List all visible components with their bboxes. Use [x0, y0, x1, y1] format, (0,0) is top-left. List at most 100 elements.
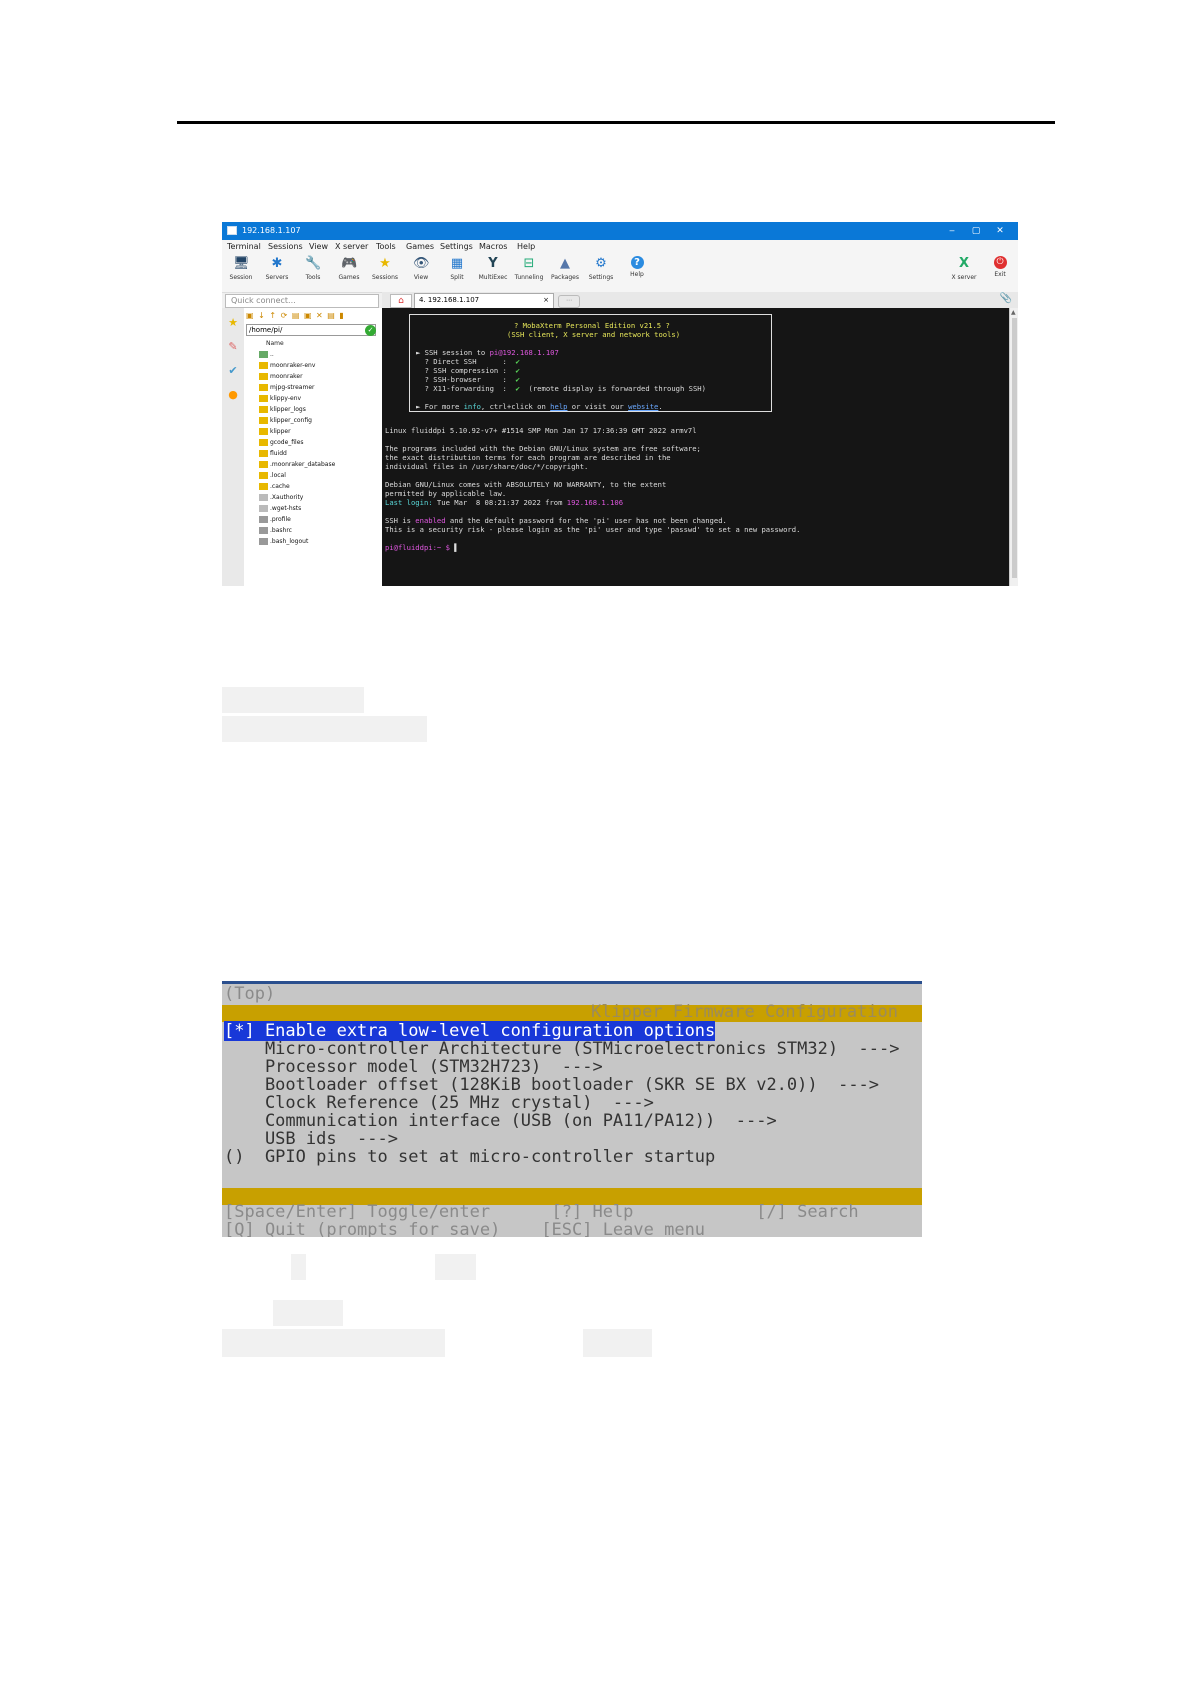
toolbar-exit-button[interactable]: ⏻ Exit — [983, 256, 1017, 278]
file-icon — [259, 527, 268, 534]
selected-option-text: [*] Enable extra low-level configuration… — [224, 1021, 716, 1041]
toolbar-view-button[interactable]: 👁 View — [404, 256, 438, 281]
macros-side-icon[interactable]: ✔ — [226, 364, 240, 378]
config-title: Klipper Firmware Configuration — [590, 1002, 898, 1022]
toolbar-xserver-button[interactable]: X X server — [947, 256, 981, 281]
motd-line: permitted by applicable law. — [385, 489, 507, 498]
toolbar-servers-button[interactable]: ✱ Servers — [260, 256, 294, 281]
quick-connect-input[interactable]: Quick connect... — [225, 294, 379, 308]
toolbar-label: Session — [229, 274, 253, 281]
sftp-file-row[interactable]: .wget-hsts — [246, 503, 380, 514]
sftp-side-icon[interactable]: ● — [226, 388, 240, 402]
text: or visit our — [567, 402, 629, 411]
menu-tools[interactable]: Tools — [376, 242, 396, 251]
file-name: klippy-env — [270, 395, 302, 402]
home-tab[interactable]: ⌂ — [390, 294, 412, 308]
toolbar-sessions-button[interactable]: ★ Sessions — [368, 256, 402, 281]
toolbar-packages-button[interactable]: ▲ Packages — [548, 256, 582, 281]
menu-games[interactable]: Games — [406, 242, 434, 251]
website-link[interactable]: website — [628, 402, 658, 411]
file-name: .bashrc — [270, 527, 292, 534]
sftp-file-row[interactable]: .profile — [246, 514, 380, 525]
file-name: gcode_files — [270, 439, 304, 446]
redacted-block — [222, 1329, 445, 1357]
sftp-file-row[interactable]: moonraker — [246, 371, 380, 382]
sftp-toolbar[interactable]: ▣ ↓ ↑ ⟳ ▤ ▣ ✕ ▤ ▮ — [246, 310, 380, 322]
sftp-file-row[interactable]: .bash_logout — [246, 536, 380, 547]
sftp-file-row[interactable]: .. — [246, 349, 380, 360]
sftp-file-row[interactable]: klipper_logs — [246, 404, 380, 415]
sftp-file-row[interactable]: moonraker-env — [246, 360, 380, 371]
sftp-path-input[interactable]: /home/pi/ — [246, 324, 376, 336]
toolbar-multiexec-button[interactable]: Y MultiExec — [476, 256, 510, 281]
menu-settings[interactable]: Settings — [440, 242, 473, 251]
menu-terminal[interactable]: Terminal — [227, 242, 261, 251]
sftp-file-row[interactable]: .bashrc — [246, 525, 380, 536]
sftp-file-row[interactable]: klipper — [246, 426, 380, 437]
menu-item[interactable]: Communication interface (USB (on PA11/PA… — [224, 1112, 777, 1130]
ssh-tab-label: 4. 192.168.1.107 — [419, 296, 480, 304]
window-title: 192.168.1.107 — [242, 226, 301, 235]
folder-icon — [259, 450, 268, 457]
toolbar-settings-button[interactable]: ⚙ Settings — [584, 256, 618, 281]
text: . — [658, 402, 663, 411]
sftp-file-row[interactable]: .local — [246, 470, 380, 481]
menu-item[interactable]: () GPIO pins to set at micro-controller … — [224, 1148, 715, 1166]
minimize-button[interactable]: ‒ — [942, 224, 962, 238]
text: Tue Mar 8 08:21:37 2022 from — [432, 498, 567, 507]
servers-icon: ✱ — [271, 256, 283, 271]
sftp-file-row[interactable]: fluidd — [246, 448, 380, 459]
toolbar-label: MultiExec — [478, 274, 508, 281]
text: ? Direct SSH : — [416, 357, 516, 366]
new-tab-button[interactable]: ⋯ — [558, 295, 580, 308]
sftp-file-row[interactable]: .moonraker_database — [246, 459, 380, 470]
menu-xserver[interactable]: X server — [335, 242, 368, 251]
sftp-file-row[interactable]: .cache — [246, 481, 380, 492]
sftp-file-row[interactable]: klipper_config — [246, 415, 380, 426]
banner-title: ? MobaXterm Personal Edition v21.5 ? — [514, 321, 670, 330]
toolbar-split-button[interactable]: ▦ Split — [440, 256, 474, 281]
menu-help[interactable]: Help — [517, 242, 535, 251]
column-header-name[interactable]: Name — [246, 338, 380, 349]
menu-item[interactable]: Clock Reference (25 MHz crystal) ---> — [224, 1094, 654, 1112]
window-titlebar: 192.168.1.107 ‒ ▢ ✕ — [222, 222, 1018, 240]
menu-macros[interactable]: Macros — [479, 242, 507, 251]
view-icon: 👁 — [413, 256, 430, 271]
toolbar-tunneling-button[interactable]: ⊟ Tunneling — [512, 256, 546, 281]
scroll-up-icon[interactable]: ▲ — [1011, 309, 1016, 316]
ssh-terminal[interactable]: ? MobaXterm Personal Edition v21.5 ? (SS… — [382, 308, 1009, 586]
attachment-icon[interactable]: 📎 — [1000, 293, 1012, 304]
side-panel-strip: ★ ✎ ✔ ● — [222, 308, 245, 586]
ssh-session-tab[interactable]: 4. 192.168.1.107 × — [414, 293, 554, 308]
sftp-file-row[interactable]: mjpg-streamer — [246, 382, 380, 393]
toolbar-session-button[interactable]: 🖥 Session — [224, 256, 258, 281]
sftp-file-row[interactable]: .Xauthority — [246, 492, 380, 503]
toolbar-tools-button[interactable]: 🔧 Tools — [296, 256, 330, 281]
shell-prompt[interactable]: pi@fluiddpi:~ $ ▌ — [385, 543, 459, 552]
scrollbar-thumb[interactable] — [1012, 318, 1017, 578]
toolbar-help-button[interactable]: ? Help — [620, 256, 654, 278]
key-help-line: [Space/Enter] Toggle/enter [?] Help [/] … — [224, 1202, 859, 1222]
close-tab-icon[interactable]: × — [543, 294, 549, 307]
close-button[interactable]: ✕ — [990, 224, 1010, 238]
split-icon: ▦ — [450, 256, 464, 271]
menu-sessions[interactable]: Sessions — [268, 242, 303, 251]
toolbar-games-button[interactable]: 🎮 Games — [332, 256, 366, 281]
path-ok-icon[interactable]: ✓ — [365, 325, 376, 336]
file-name: mjpg-streamer — [270, 384, 315, 391]
terminal-scrollbar[interactable]: ▲ — [1009, 308, 1018, 586]
menu-view[interactable]: View — [309, 242, 328, 251]
menu-item[interactable]: USB ids ---> — [224, 1130, 398, 1148]
menu-item-selected[interactable]: [*] Enable extra low-level configuration… — [224, 1021, 716, 1041]
ssh-browser-line: ? SSH-browser : ✔ — [416, 375, 520, 384]
text: Last login: — [385, 498, 433, 507]
menu-item[interactable]: Micro-controller Architecture (STMicroel… — [224, 1040, 900, 1058]
sftp-file-row[interactable]: klippy-env — [246, 393, 380, 404]
sftp-file-row[interactable]: gcode_files — [246, 437, 380, 448]
menu-item[interactable]: Processor model (STM32H723) ---> — [224, 1058, 603, 1076]
maximize-button[interactable]: ▢ — [966, 224, 986, 238]
menu-item[interactable]: Bootloader offset (128KiB bootloader (SK… — [224, 1076, 879, 1094]
favorites-icon[interactable]: ★ — [226, 316, 240, 330]
tools-side-icon[interactable]: ✎ — [226, 340, 240, 354]
help-link[interactable]: help — [550, 402, 567, 411]
